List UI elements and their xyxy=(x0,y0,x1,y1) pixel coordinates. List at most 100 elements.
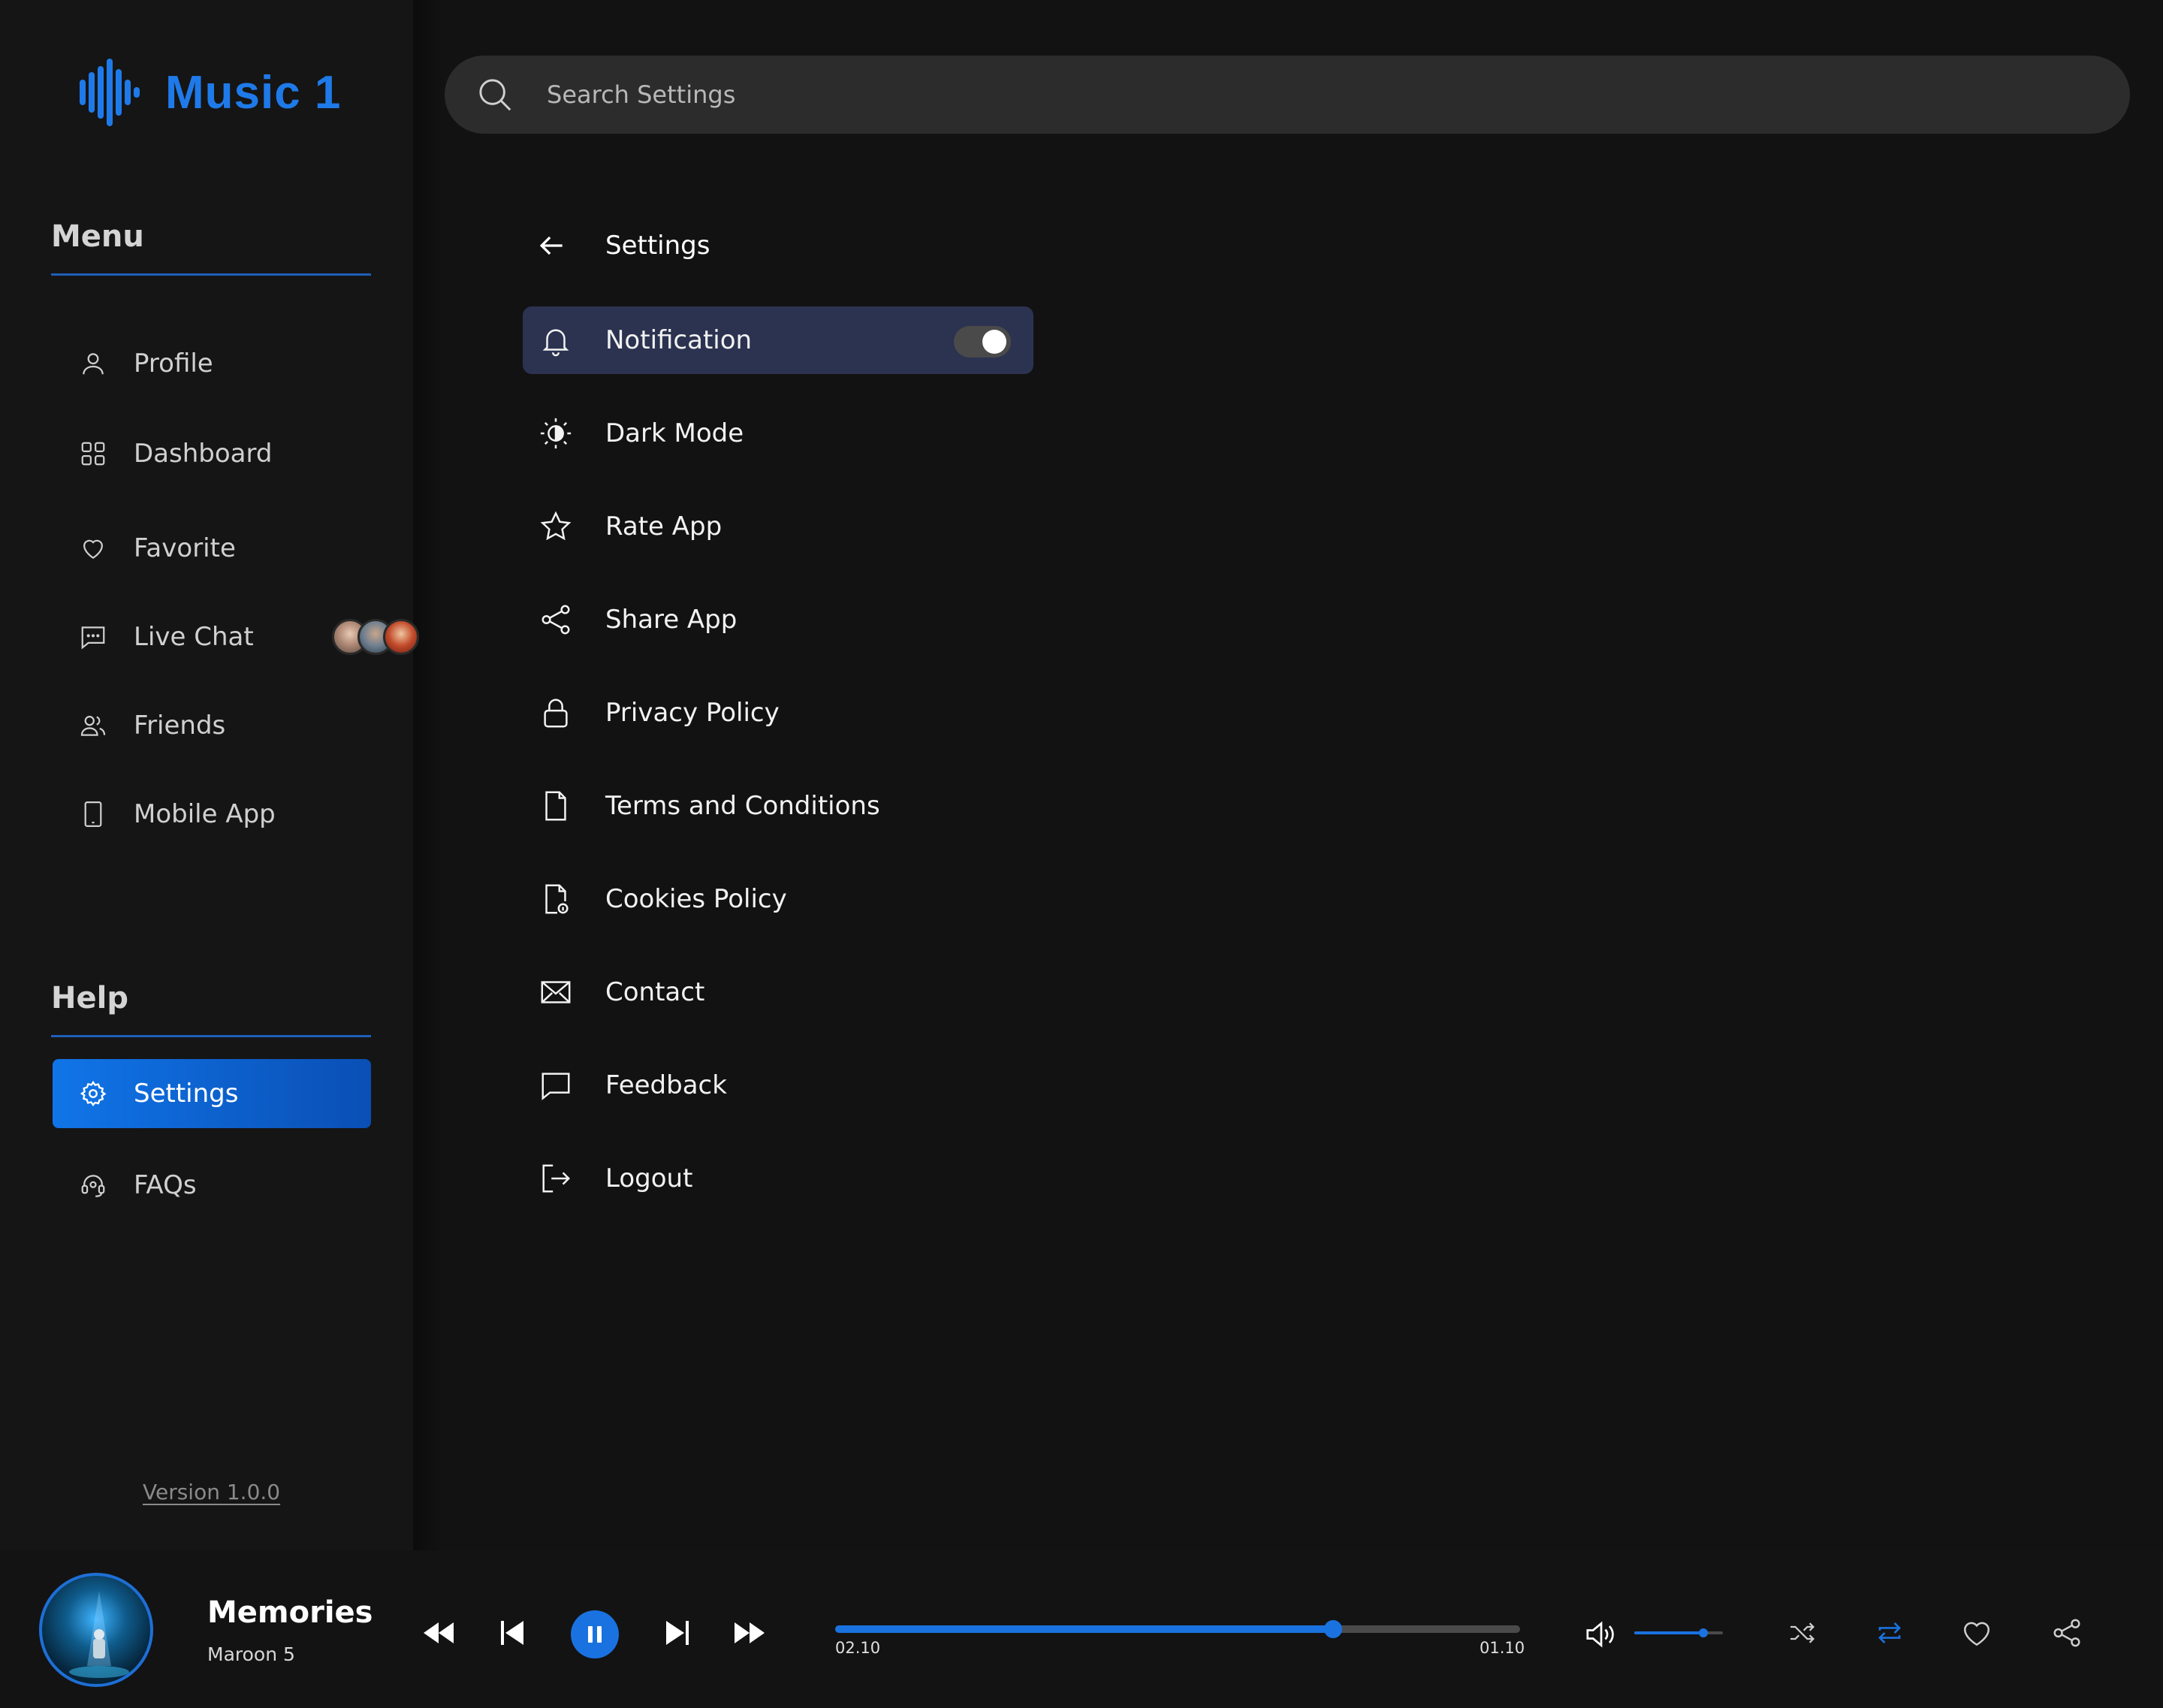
sidebar-item-dashboard[interactable]: Dashboard xyxy=(53,419,371,488)
menu-divider xyxy=(51,273,371,276)
headset-icon xyxy=(78,1170,108,1200)
rewind-icon xyxy=(424,1622,454,1643)
lock-icon xyxy=(538,695,574,731)
setting-logout[interactable]: Logout xyxy=(523,1145,1033,1212)
soundwave-logo-icon xyxy=(80,59,140,126)
setting-label: Share App xyxy=(605,605,738,635)
fast-forward-icon xyxy=(735,1622,765,1643)
rewind-button[interactable] xyxy=(422,1619,455,1646)
song-artist: Maroon 5 xyxy=(207,1643,295,1665)
message-icon xyxy=(538,1067,574,1103)
sidebar-item-friends[interactable]: Friends xyxy=(53,691,371,760)
setting-share-app[interactable]: Share App xyxy=(523,586,1033,653)
mail-icon xyxy=(538,974,574,1010)
repeat-button[interactable] xyxy=(1873,1618,1906,1648)
sidebar-item-label: Mobile App xyxy=(134,799,276,829)
share-icon xyxy=(2053,1619,2080,1647)
setting-privacy-policy[interactable]: Privacy Policy xyxy=(523,679,1033,747)
setting-feedback[interactable]: Feedback xyxy=(523,1052,1033,1119)
setting-label: Rate App xyxy=(605,511,723,542)
help-section-title: Help xyxy=(51,981,128,1015)
elapsed-time: 02.10 xyxy=(835,1639,881,1657)
sidebar-item-profile[interactable]: Profile xyxy=(53,329,371,398)
setting-label: Terms and Conditions xyxy=(605,791,880,821)
next-button[interactable] xyxy=(664,1619,691,1646)
search-bar[interactable] xyxy=(445,56,2130,134)
setting-rate-app[interactable]: Rate App xyxy=(523,493,1033,560)
progress-handle[interactable] xyxy=(1324,1620,1343,1638)
file-info-icon xyxy=(538,881,574,917)
help-divider xyxy=(51,1035,371,1037)
sidebar-item-label: Live Chat xyxy=(134,622,254,652)
menu-section-title: Menu xyxy=(51,219,144,254)
grid-icon xyxy=(78,439,108,469)
settings-header: Settings xyxy=(535,222,710,269)
mobile-icon xyxy=(78,799,108,829)
back-arrow-icon[interactable] xyxy=(535,229,568,262)
skip-previous-icon xyxy=(501,1621,523,1645)
heart-icon xyxy=(78,533,108,563)
setting-notification[interactable]: Notification xyxy=(523,306,1033,374)
album-cover[interactable] xyxy=(39,1573,153,1687)
version-link[interactable]: Version 1.0.0 xyxy=(143,1480,280,1504)
notification-toggle[interactable] xyxy=(954,326,1011,358)
pause-icon xyxy=(588,1626,602,1643)
heart-icon xyxy=(1964,1622,1990,1646)
progress-fill xyxy=(835,1625,1334,1633)
fast-forward-button[interactable] xyxy=(733,1619,766,1646)
gear-icon xyxy=(78,1079,108,1109)
volume-fill xyxy=(1634,1631,1704,1634)
user-icon xyxy=(78,349,108,379)
search-icon xyxy=(479,79,511,111)
sidebar-shadow xyxy=(413,0,443,1550)
music-app: Music 1 Menu Profile Dashboard Favorite xyxy=(0,0,2163,1708)
sidebar-item-faqs[interactable]: FAQs xyxy=(53,1151,371,1220)
progress-slider[interactable] xyxy=(835,1620,1520,1638)
sidebar-item-label: FAQs xyxy=(134,1170,197,1200)
contrast-icon xyxy=(538,415,574,451)
setting-cookies-policy[interactable]: Cookies Policy xyxy=(523,865,1033,933)
setting-terms[interactable]: Terms and Conditions xyxy=(523,772,1033,840)
sidebar-item-live-chat[interactable]: Live Chat xyxy=(53,602,419,671)
sidebar-item-settings[interactable]: Settings xyxy=(53,1059,371,1128)
speaker-icon xyxy=(1586,1621,1614,1648)
toggle-knob xyxy=(982,330,1006,354)
app-logo[interactable]: Music 1 xyxy=(78,57,341,128)
chat-icon xyxy=(78,622,108,652)
setting-label: Privacy Policy xyxy=(605,698,780,728)
setting-contact[interactable]: Contact xyxy=(523,958,1033,1026)
sidebar-item-label: Settings xyxy=(134,1079,239,1109)
volume-button[interactable] xyxy=(1585,1618,1618,1651)
logout-icon xyxy=(538,1160,574,1197)
shuffle-button[interactable] xyxy=(1786,1618,1819,1648)
previous-button[interactable] xyxy=(499,1619,526,1646)
setting-label: Feedback xyxy=(605,1070,727,1100)
album-art-image xyxy=(69,1591,129,1678)
chat-avatars xyxy=(332,602,419,671)
setting-label: Cookies Policy xyxy=(605,884,787,914)
volume-slider[interactable] xyxy=(1634,1628,1723,1637)
search-input[interactable] xyxy=(547,80,1974,109)
setting-label: Notification xyxy=(605,325,753,355)
setting-label: Logout xyxy=(605,1163,693,1193)
sidebar-item-favorite[interactable]: Favorite xyxy=(53,514,371,583)
share-button[interactable] xyxy=(2050,1616,2083,1649)
sidebar-item-label: Friends xyxy=(134,711,226,741)
sidebar-item-label: Favorite xyxy=(134,533,236,563)
sidebar-item-mobile-app[interactable]: Mobile App xyxy=(53,780,371,849)
volume-handle[interactable] xyxy=(1699,1628,1709,1637)
users-icon xyxy=(78,711,108,741)
sidebar: Music 1 Menu Profile Dashboard Favorite xyxy=(0,0,443,1550)
like-button[interactable] xyxy=(1960,1616,1993,1649)
setting-label: Contact xyxy=(605,977,705,1007)
player-bar: Memories Maroon 5 02.10 01.10 xyxy=(0,1550,2163,1708)
sidebar-item-label: Dashboard xyxy=(134,439,273,469)
skip-next-icon xyxy=(666,1621,689,1645)
page-title: Settings xyxy=(605,231,710,261)
file-icon xyxy=(538,788,574,824)
remaining-time: 01.10 xyxy=(1480,1639,1525,1657)
repeat-icon xyxy=(1878,1622,1901,1644)
pause-button[interactable] xyxy=(571,1610,619,1658)
shuffle-icon xyxy=(1790,1622,1815,1643)
setting-dark-mode[interactable]: Dark Mode xyxy=(523,400,1033,467)
